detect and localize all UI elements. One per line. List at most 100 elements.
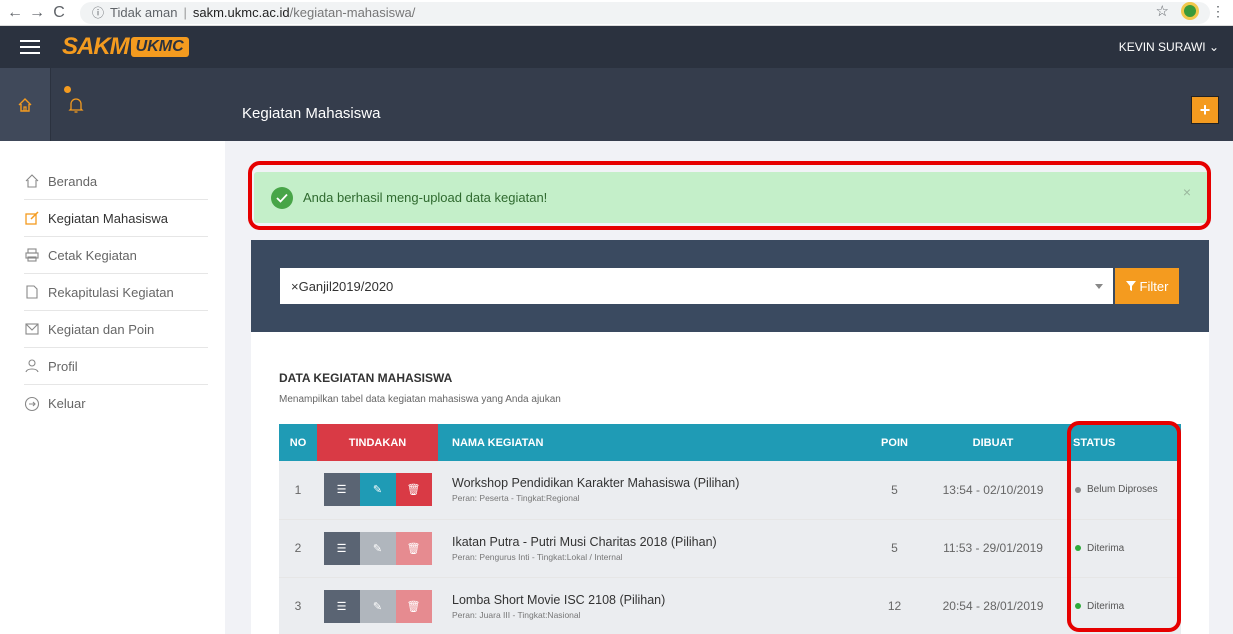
back-button[interactable]: ←: [4, 2, 26, 24]
trash-icon: 🗑: [406, 484, 421, 497]
header-nama-kegiatan: NAMA KEGIATAN: [438, 424, 866, 461]
logo-text-ukmc: UKMC: [130, 37, 189, 57]
logout-icon: [24, 396, 40, 411]
section-title: DATA KEGIATAN MAHASISWA: [279, 371, 453, 385]
url-path: /kegiatan-mahasiswa/: [289, 5, 416, 20]
status-badge: Diterima: [1087, 600, 1125, 612]
home-button[interactable]: [0, 68, 50, 141]
reload-icon: C: [53, 3, 65, 21]
reload-button[interactable]: C: [48, 2, 70, 24]
activity-status-cell: Diterima: [1063, 519, 1181, 578]
activity-name-cell: Ikatan Putra - Putri Musi Charitas 2018 …: [438, 519, 866, 578]
detail-button[interactable]: ☰: [323, 589, 360, 623]
sidebar-item-label: Kegiatan dan Poin: [48, 321, 155, 337]
forward-button[interactable]: →: [26, 2, 48, 24]
activity-name: Ikatan Putra - Putri Musi Charitas 2018 …: [452, 534, 717, 549]
address-bar[interactable]: ⓘ Tidak aman | sakm.ukmc.ac.id/kegiatan-…: [80, 1, 1210, 24]
list-icon: ☰: [336, 542, 347, 555]
status-badge: Belum Diproses: [1087, 484, 1158, 496]
delete-button: 🗑: [395, 531, 432, 565]
status-dot: [1075, 486, 1081, 493]
edit-icon: ✎: [372, 542, 383, 555]
activity-created: 13:54 - 02/10/2019: [923, 461, 1063, 520]
url-host: sakm.ukmc.ac.id: [192, 5, 290, 20]
status-dot: [1075, 603, 1081, 609]
app-logo[interactable]: SAKM UKMC: [62, 33, 189, 61]
table-row: 2 ☰ ✎ 🗑 Ikatan Putra - Putri Musi Charit…: [279, 519, 1181, 578]
hamburger-menu-icon[interactable]: [20, 36, 40, 58]
detail-button[interactable]: ☰: [323, 473, 360, 507]
activity-role: Peran: Peserta - Tingkat:Regional: [452, 493, 580, 504]
success-alert: Anda berhasil meng-upload data kegiatan!…: [254, 172, 1209, 223]
list-icon: ☰: [336, 484, 347, 497]
trash-icon: 🗑: [406, 542, 421, 555]
activity-data-card: DATA KEGIATAN MAHASISWA Menampilkan tabe…: [251, 332, 1209, 634]
caret-down-icon: [1095, 284, 1103, 289]
row-number: 3: [279, 577, 317, 634]
detail-button[interactable]: ☰: [323, 531, 360, 565]
activity-created: 20:54 - 28/01/2019: [923, 577, 1063, 634]
notification-button[interactable]: [50, 68, 100, 141]
sidebar-item-keluar[interactable]: Keluar: [24, 385, 208, 422]
activity-name: Lomba Short Movie ISC 2108 (Pilihan): [452, 592, 666, 607]
status-dot: [1075, 545, 1081, 551]
address-separator: |: [183, 5, 187, 20]
sidebar-item-rekapitulasi[interactable]: Rekapitulasi Kegiatan: [24, 274, 208, 311]
row-number: 2: [279, 519, 317, 578]
close-icon[interactable]: ×: [1183, 184, 1191, 200]
alert-message: Anda berhasil meng-upload data kegiatan!: [303, 190, 548, 205]
page-title: Kegiatan Mahasiswa: [242, 105, 381, 122]
sidebar-item-kegiatan-dan-poin[interactable]: Kegiatan dan Poin: [24, 311, 208, 348]
delete-button[interactable]: 🗑: [395, 473, 432, 507]
page-header: Kegiatan Mahasiswa +: [0, 68, 1233, 141]
edit-button: ✎: [359, 531, 396, 565]
section-subtitle: Menampilkan tabel data kegiatan mahasisw…: [279, 394, 561, 405]
bell-icon: [67, 97, 84, 113]
sidebar-item-profil[interactable]: Profil: [24, 348, 208, 385]
row-number: 1: [279, 461, 317, 520]
sidebar-item-cetak-kegiatan[interactable]: Cetak Kegiatan: [24, 237, 208, 274]
header-tindakan: TINDAKAN: [317, 424, 438, 461]
user-menu[interactable]: KEVIN SURAWI ⌄: [1119, 40, 1219, 54]
semester-selected-value: ×Ganjil2019/2020: [291, 278, 394, 294]
edit-icon: ✎: [372, 484, 383, 497]
envelope-icon: [25, 323, 39, 335]
filter-button[interactable]: Filter: [1115, 268, 1179, 304]
activity-name: Workshop Pendidikan Karakter Mahasiswa (…: [452, 476, 740, 491]
security-label: Tidak aman: [110, 5, 178, 20]
browser-menu-icon[interactable]: ⋮: [1211, 3, 1225, 20]
status-badge: Diterima: [1087, 542, 1125, 554]
row-actions: ☰ ✎ 🗑: [317, 519, 438, 578]
add-activity-button[interactable]: +: [1191, 96, 1219, 124]
sidebar-item-label: Kegiatan Mahasiswa: [48, 210, 168, 226]
table-row: 3 ☰ ✎ 🗑 Lomba Short Movie ISC 2108 (Pili…: [279, 577, 1181, 634]
activity-status-cell: Diterima: [1063, 577, 1181, 634]
activity-table: NO TINDAKAN NAMA KEGIATAN POIN DIBUAT ST…: [279, 424, 1181, 634]
activity-poin: 5: [866, 461, 923, 520]
activity-role: Peran: Juara III - Tingkat:Nasional: [452, 609, 581, 620]
logo-text-sakm: SAKM: [62, 33, 130, 60]
filter-panel: ×Ganjil2019/2020 Filter: [251, 240, 1209, 332]
activity-name-cell: Lomba Short Movie ISC 2108 (Pilihan) Per…: [438, 577, 866, 634]
delete-button: 🗑: [395, 589, 432, 623]
document-icon: [26, 285, 38, 299]
sidebar-item-label: Rekapitulasi Kegiatan: [48, 284, 174, 300]
printer-icon: [25, 248, 39, 262]
home-icon: [18, 97, 32, 112]
edit-icon: ✎: [372, 600, 383, 613]
forward-arrow-icon: →: [29, 3, 45, 21]
sidebar-item-kegiatan-mahasiswa[interactable]: Kegiatan Mahasiswa: [24, 200, 208, 237]
sidebar-item-label: Keluar: [48, 396, 86, 411]
sidebar-item-beranda[interactable]: Beranda: [24, 163, 208, 200]
header-no: NO: [279, 424, 317, 461]
sidebar-item-label: Profil: [48, 358, 78, 374]
activity-poin: 12: [866, 577, 923, 634]
edit-button[interactable]: ✎: [359, 473, 396, 507]
home-icon: [25, 174, 39, 188]
extension-icon[interactable]: [1181, 2, 1199, 20]
browser-toolbar: ← → C ⓘ Tidak aman | sakm.ukmc.ac.id/keg…: [0, 0, 1233, 26]
sidebar: Beranda Kegiatan Mahasiswa Cetak Kegiata…: [0, 141, 225, 634]
info-icon[interactable]: ⓘ: [92, 4, 104, 21]
semester-select[interactable]: ×Ganjil2019/2020: [280, 268, 1113, 304]
bookmark-star-icon[interactable]: ☆: [1156, 2, 1169, 20]
